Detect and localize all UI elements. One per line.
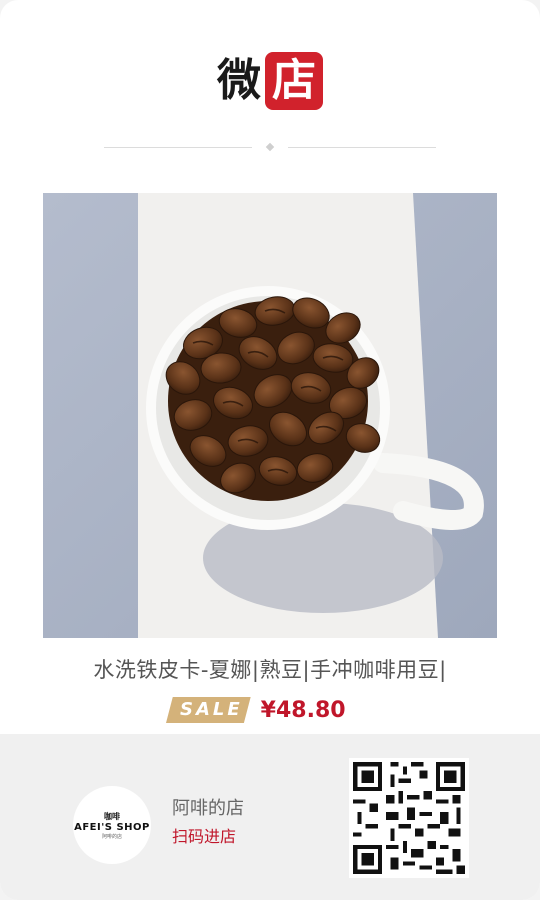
shop-name[interactable]: 阿啡的店 <box>172 794 244 820</box>
logo-text-left: 微 <box>217 55 261 106</box>
shop-footer: 咖啡 AFEI'S SHOP 阿啡的店 阿啡的店 扫码进店 <box>0 734 540 900</box>
price-row: SALE ¥48.80 <box>166 697 346 723</box>
logo-text-right: 店 <box>265 52 323 110</box>
qr-code-icon[interactable] <box>349 758 469 878</box>
shop-avatar[interactable]: 咖啡 AFEI'S SHOP 阿啡的店 <box>73 786 151 864</box>
sale-badge: SALE <box>166 697 251 723</box>
scan-to-enter-label: 扫码进店 <box>172 827 237 846</box>
weidian-logo: 微 店 <box>0 52 540 110</box>
product-title[interactable]: 水洗铁皮卡-夏娜|熟豆|手冲咖啡用豆| <box>0 654 540 684</box>
header-divider <box>104 142 436 152</box>
share-card: 微 店 水洗铁皮卡-夏娜|熟豆|手冲咖啡用豆| SALE ¥48.80 咖啡 A… <box>0 0 540 900</box>
avatar-brand-label: AFEI'S SHOP <box>74 821 150 833</box>
product-price: ¥48.80 <box>260 697 346 723</box>
product-image[interactable] <box>43 193 497 638</box>
avatar-sub-label: 阿啡的店 <box>101 833 122 840</box>
avatar-mini-label: 咖啡 <box>104 811 120 821</box>
divider-diamond-icon <box>265 142 275 152</box>
